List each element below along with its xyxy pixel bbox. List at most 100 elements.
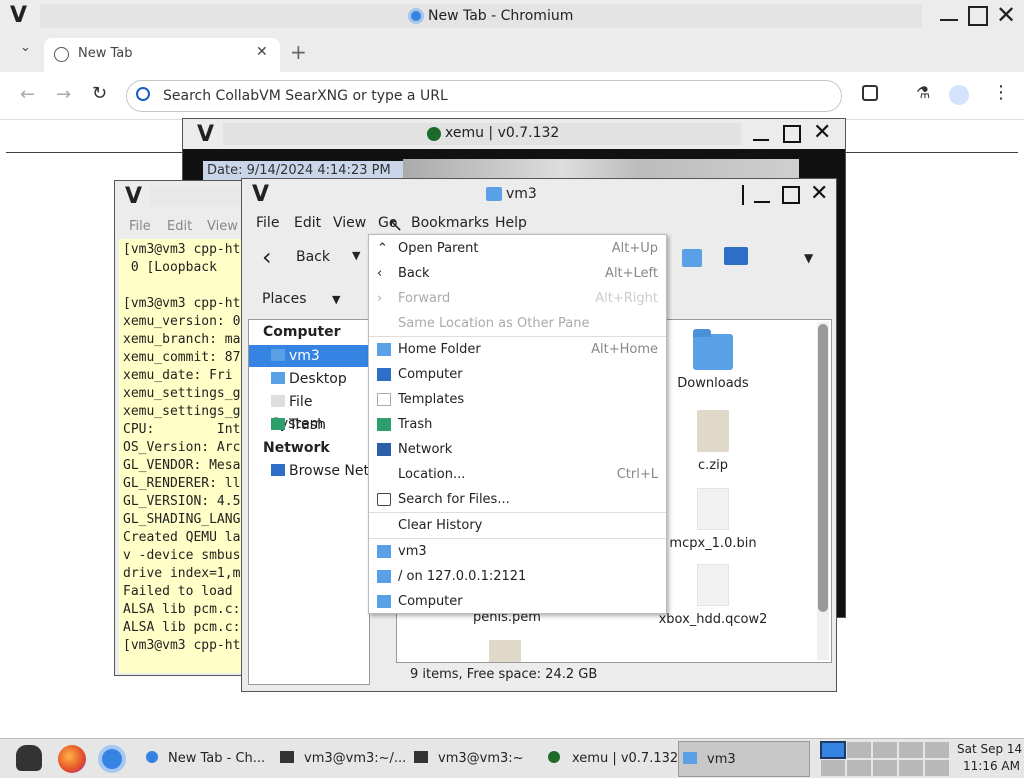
close-icon[interactable]: ✕ [996,1,1016,29]
chromium-titlebar[interactable]: V New Tab - Chromium ✕ [0,0,1024,34]
home-folder-icon [271,349,285,361]
back-chevron-icon[interactable]: ‹ [262,243,272,271]
workspace-6[interactable] [820,759,846,777]
taskbar-item-chromium[interactable]: New Tab - Ch... [146,741,265,777]
menu-item-trash[interactable]: Trash [369,412,666,437]
start-menu-icon[interactable] [16,745,42,771]
forward-arrow-icon[interactable]: → [56,84,71,105]
close-icon[interactable]: ✕ [810,181,828,206]
xemu-titlebar[interactable]: V xemu | v0.7.132 ✕ [183,119,845,149]
workspace-4[interactable] [898,741,924,759]
desktop-folder-icon [271,372,285,384]
omnibox[interactable]: Search CollabVM SearXNG or type a URL [126,80,842,112]
tab-new-tab[interactable]: New Tab ✕ [44,38,280,72]
file-item-c-zip[interactable]: c.zip [667,410,759,473]
chromium-launcher-icon[interactable] [98,745,126,773]
file-item-xbox-hdd[interactable]: xbox_hdd.qcow2 [653,564,773,627]
kebab-menu-icon[interactable]: ⋮ [992,82,1010,103]
pin-icon[interactable] [742,185,744,205]
toolbar-overflow-icon[interactable]: ▼ [804,251,813,265]
menu-item-search[interactable]: Search for Files... [369,487,666,512]
menu-item-history-vm3[interactable]: vm3 [369,539,666,564]
minimize-icon[interactable] [940,19,958,21]
maximize-icon[interactable] [782,186,800,204]
places-selector[interactable]: Places [262,291,307,307]
menu-item-templates[interactable]: Templates [369,387,666,412]
menu-item-history-ftp[interactable]: / on 127.0.0.1:2121 [369,564,666,589]
sidebar-item-filesystem[interactable]: File System [271,391,369,432]
taskbar-item-terminal-2[interactable]: vm3@vm3:~ [414,741,524,777]
wm-menu-icon[interactable]: V [197,122,214,147]
close-icon[interactable]: ✕ [813,120,831,145]
taskbar-item-xemu[interactable]: xemu | v0.7.132 [548,741,678,777]
workspace-9[interactable] [898,759,924,777]
workspace-10[interactable] [924,759,950,777]
computer-icon[interactable] [724,247,748,265]
clock-time[interactable]: 11:16 AM [963,759,1020,773]
terminal-icon [280,751,294,763]
back-arrow-icon[interactable]: ← [20,84,35,105]
sidebar-item-trash[interactable]: Trash [271,414,326,436]
tab-close-icon[interactable]: ✕ [256,44,268,60]
new-tab-button[interactable]: + [290,40,307,64]
tab-search-icon[interactable]: ⌄ [20,40,31,55]
menu-item-back[interactable]: ‹ Back Alt+Left [369,261,666,286]
terminal-menu-file[interactable]: File [129,219,151,234]
menu-item-clear-history[interactable]: Clear History [369,513,666,538]
home-folder-icon[interactable] [682,249,702,267]
back-button[interactable]: Back [296,249,330,265]
sidebar-item-vm3[interactable]: vm3 [271,345,320,367]
menu-item-home-folder[interactable]: Home Folder Alt+Home [369,337,666,362]
home-folder-icon [377,545,391,558]
menu-view[interactable]: View [333,215,366,231]
maximize-icon[interactable] [783,125,801,143]
sidebar-header-network: Network [263,440,330,456]
menu-item-forward[interactable]: › Forward Alt+Right [369,286,666,311]
labs-flask-icon[interactable]: ⚗ [916,83,930,102]
workspace-8[interactable] [872,759,898,777]
terminal-menu-edit[interactable]: Edit [167,219,192,234]
clock-date[interactable]: Sat Sep 14 [957,742,1022,756]
reload-icon[interactable]: ↻ [92,83,107,104]
wm-menu-icon[interactable]: V [252,182,269,207]
firefox-icon[interactable] [58,745,86,773]
workspace-5[interactable] [924,741,950,759]
scrollbar-thumb[interactable] [818,324,828,612]
terminal-menu-view[interactable]: View [207,219,238,234]
menu-item-computer[interactable]: Computer [369,362,666,387]
fm-titlebar[interactable]: V vm3 ✕ [242,179,836,209]
workspace-3[interactable] [872,741,898,759]
menu-help[interactable]: Help [495,215,527,231]
menu-bookmarks[interactable]: Bookmarks [411,215,489,231]
xemu-title: xemu | v0.7.132 [445,125,560,141]
sidebar-item-desktop[interactable]: Desktop [271,368,347,390]
minimize-icon[interactable] [753,139,769,141]
workspace-2[interactable] [846,741,872,759]
menu-edit[interactable]: Edit [294,215,321,231]
minimize-icon[interactable] [754,201,770,203]
trash-icon [377,418,391,431]
maximize-icon[interactable] [968,6,988,26]
places-dropdown-icon[interactable]: ▼ [332,293,340,306]
workspace-1[interactable] [820,741,846,759]
sidebar-item-label: Desktop [289,371,347,387]
file-item-mcpx[interactable]: mcpx_1.0.bin [661,488,765,551]
menu-file[interactable]: File [256,215,279,231]
chromium-icon [408,8,424,24]
menu-item-network[interactable]: Network [369,437,666,462]
wm-menu-icon[interactable]: V [125,184,142,209]
file-item-downloads[interactable]: Downloads [667,329,759,391]
menu-item-history-computer[interactable]: Computer [369,589,666,614]
workspace-7[interactable] [846,759,872,777]
taskbar-item-terminal-1[interactable]: vm3@vm3:~/... [280,741,406,777]
menu-item-open-parent[interactable]: ⌃ Open Parent Alt+Up [369,236,666,261]
menu-item-same-location[interactable]: Same Location as Other Pane [369,311,666,336]
back-dropdown-icon[interactable]: ▼ [352,249,360,262]
taskbar-item-vm3[interactable]: vm3 [678,741,810,777]
menu-item-label: vm3 [398,544,427,559]
extensions-icon[interactable] [862,85,878,101]
menu-item-location[interactable]: Location... Ctrl+L [369,462,666,487]
wm-menu-icon[interactable]: V [10,3,27,28]
sidebar-item-browse-network[interactable]: Browse Network [271,460,371,482]
profile-avatar-icon[interactable] [949,85,969,105]
